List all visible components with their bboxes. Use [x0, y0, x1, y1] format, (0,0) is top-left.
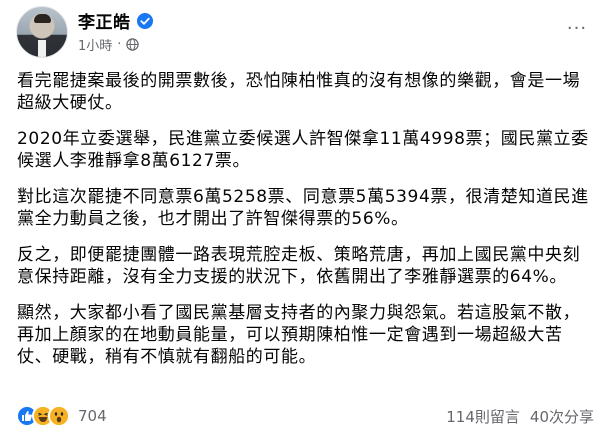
globe-icon[interactable] — [126, 38, 140, 51]
reaction-count[interactable]: 704 — [78, 407, 107, 425]
engagement-stats: 114則留言 40次分享 — [446, 406, 594, 427]
post-body: 看完罷捷案最後的開票數後，恐怕陳柏惟真的沒有想像的樂觀，會是一場超級大硬仗。 2… — [17, 70, 597, 382]
post-paragraph: 看完罷捷案最後的開票數後，恐怕陳柏惟真的沒有想像的樂觀，會是一場超級大硬仗。 — [17, 71, 581, 113]
post-meta: 1小時 · — [78, 35, 140, 54]
avatar-hair — [34, 14, 51, 23]
shares-count-link[interactable]: 40次分享 — [530, 406, 594, 427]
post-timestamp[interactable]: 1小時 — [78, 35, 112, 54]
post-paragraph: 2020年立委選舉，民進黨立委候選人許智傑拿11萬4998票；國民黨立委候選人李… — [17, 129, 589, 171]
post-header: 李正皓 1小時 · ··· — [16, 6, 610, 58]
post-paragraph: 反之，即便罷捷團體一路表現荒腔走板、策略荒唐，再加上國民黨中央刻意保持距離，沒有… — [17, 245, 581, 287]
reaction-summary[interactable]: 704 — [16, 405, 107, 427]
comments-count-link[interactable]: 114則留言 — [446, 406, 520, 427]
avatar[interactable] — [16, 6, 68, 58]
post-footer: 704 114則留言 40次分享 — [16, 402, 594, 430]
post-paragraph: 對比這次罷捷不同意票6萬5258票、同意票5萬5394票，很清楚知道民進黨全力動… — [17, 187, 589, 229]
author-row: 李正皓 — [78, 8, 153, 33]
wow-icon — [48, 405, 70, 427]
more-options-button[interactable]: ··· — [562, 16, 592, 40]
meta-separator: · — [117, 37, 122, 52]
avatar-shirt — [38, 40, 46, 57]
post-paragraph: 顯然，大家都小看了國民黨基層支持者的內聚力與怨氣。若這股氣不散，再加上顏家的在地… — [17, 303, 581, 367]
verified-badge-icon — [136, 12, 153, 29]
facebook-post: 李正皓 1小時 · ··· 看完罷捷案最後的開票數後，恐怕陳柏惟真的沒有想像的樂… — [0, 0, 610, 437]
author-name[interactable]: 李正皓 — [78, 8, 131, 33]
